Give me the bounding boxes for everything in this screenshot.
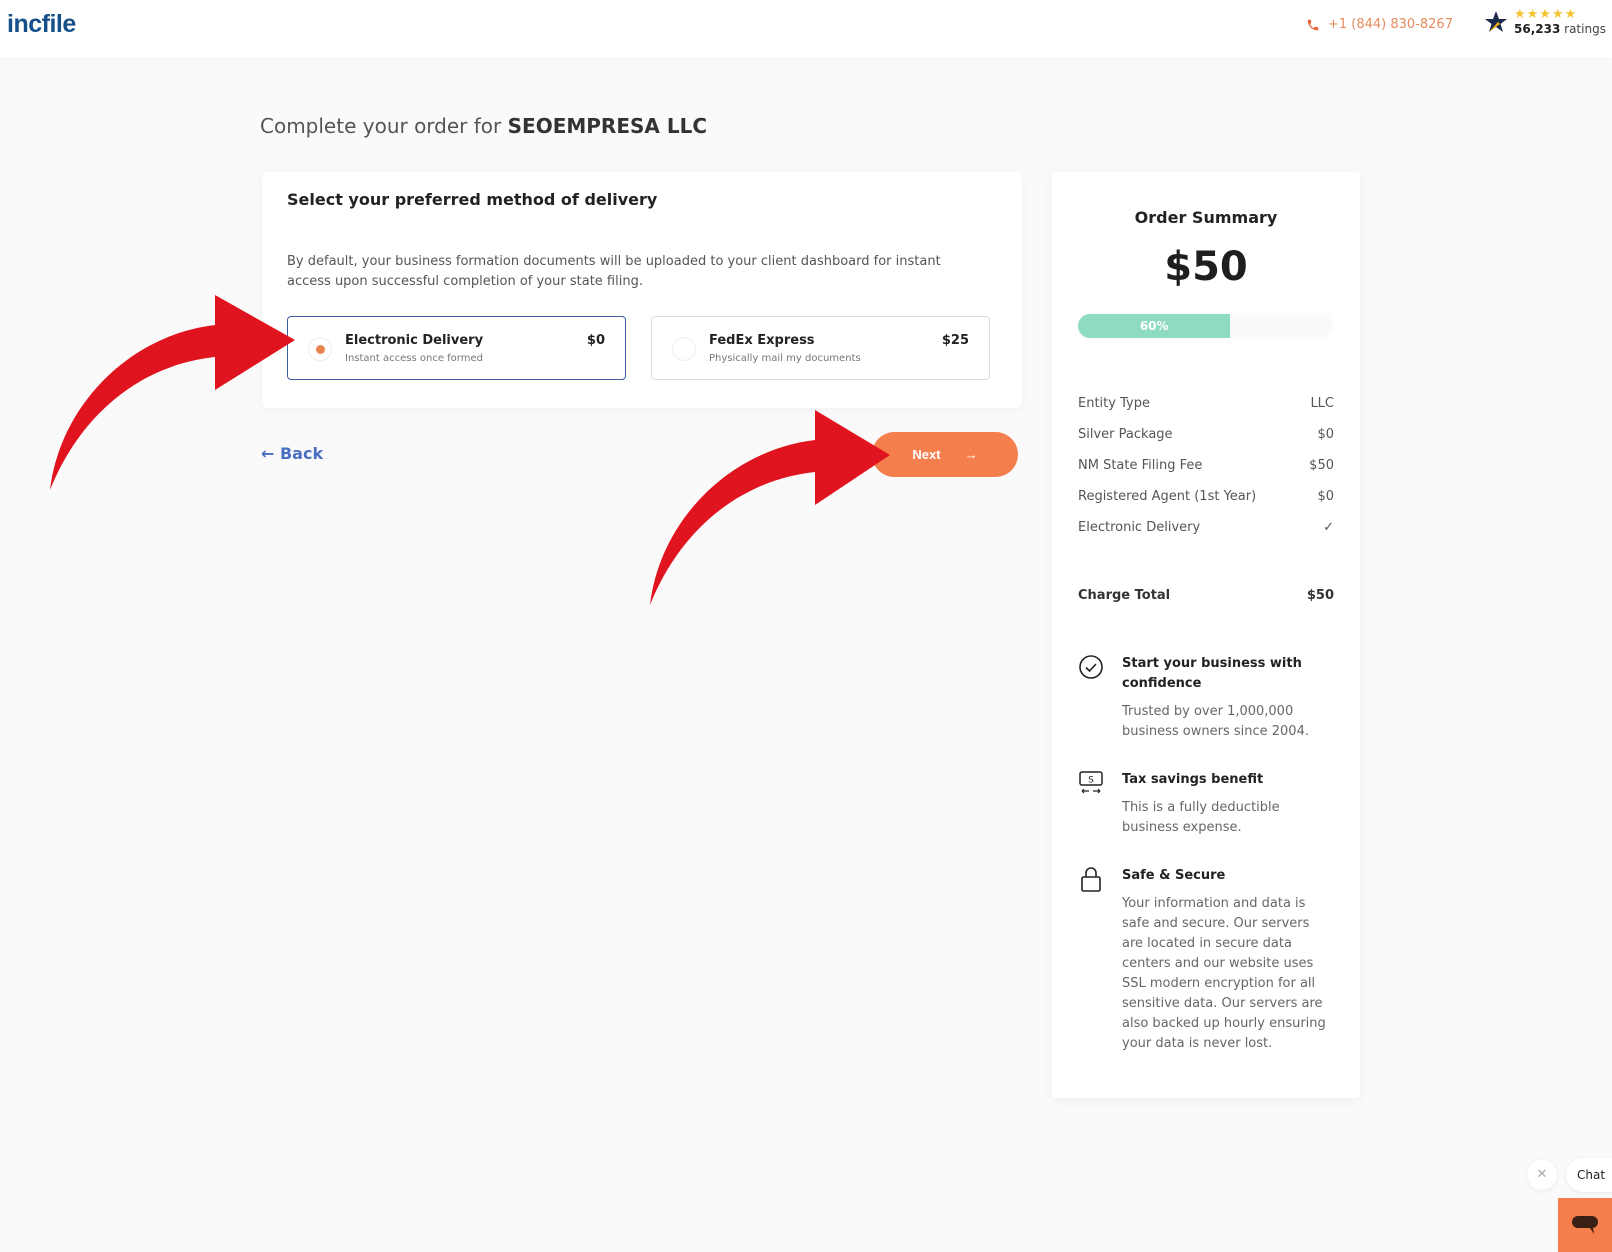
- back-link[interactable]: ← Back: [261, 444, 323, 463]
- line-item: Registered Agent (1st Year) $0: [1078, 489, 1334, 520]
- benefit-text: Trusted by over 1,000,000 business owner…: [1122, 704, 1309, 739]
- line-item-value: $0: [1317, 489, 1334, 504]
- rating-star-logo-icon: [1485, 11, 1507, 32]
- order-progress-bar: 60%: [1078, 314, 1332, 338]
- delivery-method-card: Select your preferred method of delivery…: [262, 172, 1022, 408]
- chat-button[interactable]: [1558, 1198, 1612, 1252]
- chat-label[interactable]: Chat: [1566, 1158, 1612, 1192]
- rating-stars: ★★★★★: [1514, 7, 1578, 22]
- charge-total-value: $50: [1306, 588, 1334, 603]
- line-item: Silver Package $0: [1078, 427, 1334, 458]
- line-item: Entity Type LLC: [1078, 396, 1334, 427]
- delivery-description: By default, your business formation docu…: [287, 254, 941, 289]
- money-transfer-icon: S: [1079, 771, 1103, 794]
- order-summary-title: Order Summary: [1134, 208, 1278, 227]
- annotation-arrow-electronic: [50, 295, 295, 490]
- arrow-left-icon: ←: [261, 444, 275, 463]
- radio-electronic-delivery[interactable]: [308, 337, 332, 361]
- back-label: Back: [279, 444, 324, 463]
- company-name: SEOEMPRESA LLC: [507, 114, 707, 138]
- check-circle-icon: [1079, 655, 1103, 679]
- line-item-value: LLC: [1310, 396, 1334, 411]
- incfile-logo[interactable]: incfile: [7, 10, 76, 39]
- benefit-title: Start your business with confidence: [1122, 656, 1302, 691]
- charge-total: Charge Total $50: [1078, 588, 1334, 603]
- option-price: $0: [586, 333, 605, 348]
- line-item-label: Entity Type: [1078, 396, 1150, 411]
- top-bar: incfile +1 (844) 830-8267 ★★★★★ 56,233 r…: [0, 0, 1612, 58]
- rating-label: ratings: [1564, 22, 1606, 36]
- phone-number: +1 (844) 830-8267: [1328, 17, 1453, 32]
- phone-icon: [1307, 19, 1319, 30]
- option-subtitle: Physically mail my documents: [709, 353, 861, 364]
- svg-text:S: S: [1088, 776, 1094, 786]
- benefit-title: Safe & Secure: [1122, 868, 1226, 883]
- line-items: Entity Type LLC Silver Package $0 NM State…: [1078, 396, 1334, 551]
- lock-icon: [1081, 867, 1101, 892]
- radio-fedex-express[interactable]: [672, 337, 696, 361]
- benefit-text: This is a fully deductible business expe…: [1122, 800, 1280, 835]
- line-item: NM State Filing Fee $50: [1078, 458, 1334, 489]
- option-title: FedEx Express: [709, 333, 815, 348]
- option-price: $25: [941, 333, 969, 348]
- rating-widget[interactable]: ★★★★★ 56,233 ratings: [1484, 8, 1606, 36]
- radio-selected-dot: [316, 345, 325, 354]
- benefit-text: Your information and data is safe and se…: [1122, 896, 1326, 1051]
- line-item-value: $50: [1309, 458, 1334, 473]
- delivery-option-fedex[interactable]: FedEx Express Physically mail my documen…: [651, 316, 990, 380]
- phone-link[interactable]: +1 (844) 830-8267: [1306, 17, 1453, 32]
- option-title: Electronic Delivery: [345, 333, 484, 348]
- line-item-label: NM State Filing Fee: [1078, 458, 1203, 473]
- annotation-arrow-next: [650, 410, 890, 605]
- order-total-price: $50: [1164, 244, 1248, 290]
- line-item-label: Registered Agent (1st Year): [1078, 489, 1257, 504]
- arrow-right-icon: →: [964, 447, 978, 462]
- chat-bubble-icon: [1572, 1215, 1598, 1234]
- delivery-heading: Select your preferred method of delivery: [287, 190, 658, 209]
- progress-fill: 60%: [1078, 314, 1231, 338]
- line-item-label: Electronic Delivery: [1078, 520, 1201, 535]
- next-button[interactable]: Next →: [872, 432, 1018, 477]
- line-item-value: $0: [1317, 427, 1334, 442]
- checkmark-icon: ✓: [1323, 520, 1334, 535]
- page-title-prefix: Complete your order for: [260, 114, 502, 138]
- charge-total-label: Charge Total: [1078, 588, 1171, 603]
- page-title: Complete your order for SEOEMPRESA LLC: [260, 114, 707, 138]
- next-label: Next: [912, 447, 941, 462]
- line-item-label: Silver Package: [1078, 427, 1173, 442]
- line-item: Electronic Delivery ✓: [1078, 520, 1334, 551]
- option-subtitle: Instant access once formed: [345, 353, 483, 364]
- order-summary-panel: Order Summary $50 60% Entity Type LLC Sil…: [1052, 172, 1360, 1098]
- benefit-title: Tax savings benefit: [1122, 772, 1264, 787]
- chat-close-button[interactable]: ✕: [1527, 1160, 1557, 1190]
- delivery-option-electronic[interactable]: Electronic Delivery Instant access once …: [287, 316, 626, 380]
- rating-count: 56,233: [1514, 22, 1561, 36]
